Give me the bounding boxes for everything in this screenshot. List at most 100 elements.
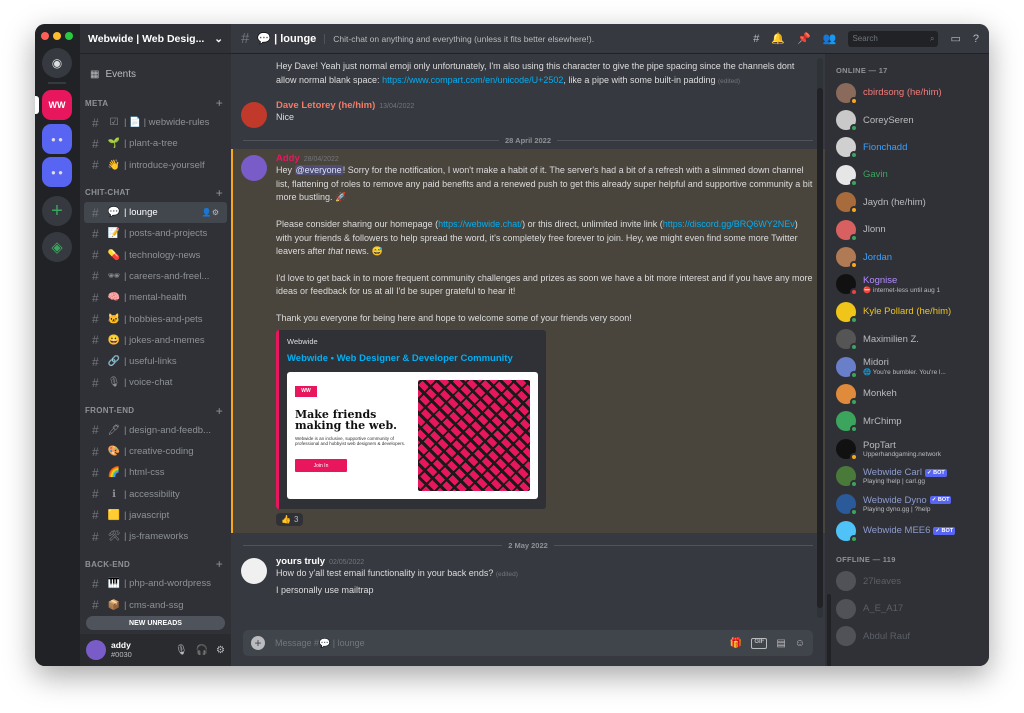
member-item[interactable]: Jlonn: [825, 216, 989, 243]
channel-item[interactable]: # 📝 | posts-and-projects: [84, 223, 227, 244]
member-item[interactable]: 27leaves: [825, 568, 989, 595]
sticker-icon[interactable]: ▤: [776, 638, 785, 649]
avatar[interactable]: [241, 557, 267, 584]
close-window-button[interactable]: [41, 32, 49, 40]
reaction-thumbs-up[interactable]: 👍 3: [276, 512, 304, 526]
category-front-end[interactable]: FRONT-END +: [80, 402, 231, 420]
gif-button[interactable]: GIF: [751, 637, 768, 649]
guild-header[interactable]: Webwide | Web Desig... ⌄: [80, 24, 231, 54]
hash-icon: #: [92, 312, 99, 327]
member-item[interactable]: PopTart Upperhandgaming.network: [825, 435, 989, 462]
channel-item[interactable]: # 📦 | cms-and-ssg: [84, 595, 227, 616]
channel-item[interactable]: # ☑ | 📄 | webwide-rules: [84, 112, 227, 133]
chat-scrollbar[interactable]: [817, 58, 823, 618]
avatar: [836, 137, 858, 160]
message-link[interactable]: https://webwide.chat/: [438, 219, 522, 229]
channel-item[interactable]: # 🌱 | plant-a-tree: [84, 133, 227, 154]
channel-item[interactable]: # 🔗 | useful-links: [84, 351, 227, 372]
member-item[interactable]: A_E_A17: [825, 595, 989, 622]
message-author[interactable]: yours truly 02/05/2022: [276, 556, 813, 567]
webwide-server-icon[interactable]: WW: [42, 90, 72, 120]
channel-topic[interactable]: Chit-chat on anything and everything (un…: [324, 33, 745, 44]
add-channel-icon[interactable]: +: [216, 186, 223, 200]
channel-item[interactable]: # 🖊 | design-and-feedb...: [84, 420, 227, 441]
minimize-window-button[interactable]: [53, 32, 61, 40]
member-item[interactable]: Kyle Pollard (he/him): [825, 298, 989, 325]
embed-image[interactable]: WW Make friends making the web. Webwide …: [287, 371, 538, 499]
channel-item[interactable]: # 🌈 | html-css: [84, 462, 227, 483]
channel-item[interactable]: # 🎨 | creative-coding: [84, 441, 227, 462]
channel-item[interactable]: # 🎹 | php-and-wordpress: [84, 573, 227, 594]
channel-item[interactable]: # 💬 | lounge 👤⚙: [84, 201, 227, 224]
everyone-mention[interactable]: @everyone: [294, 165, 343, 176]
member-item[interactable]: Fionchadd: [825, 134, 989, 161]
channel-item[interactable]: # 🟨 | javascript: [84, 505, 227, 526]
member-item[interactable]: MrChimp: [825, 408, 989, 435]
member-item[interactable]: Webwide MEE6 ✓ BOT: [825, 517, 989, 544]
gift-icon[interactable]: 🎁: [730, 638, 742, 649]
member-item[interactable]: Monkeh: [825, 380, 989, 407]
member-item[interactable]: Midori 🌐 You're bumbler. You're l...: [825, 353, 989, 380]
member-scrollbar[interactable]: [827, 594, 831, 666]
emoji-picker-icon[interactable]: ☺: [795, 638, 805, 649]
channel-item[interactable]: # 🧠 | mental-health: [84, 287, 227, 308]
chat-scrollbar-thumb[interactable]: [817, 88, 823, 608]
category-chit-chat[interactable]: CHIT-CHAT +: [80, 184, 231, 202]
pin-icon[interactable]: 📌: [797, 32, 811, 45]
server-folder-icon[interactable]: ● ●: [42, 157, 72, 187]
channel-item[interactable]: # 💊 | technology-news: [84, 244, 227, 265]
member-item[interactable]: Gavin: [825, 161, 989, 188]
add-channel-icon[interactable]: +: [216, 404, 223, 418]
channel-item[interactable]: # 🕶 | careers-and-freel...: [84, 266, 227, 287]
explore-servers-icon[interactable]: ◈: [42, 232, 72, 262]
channel-item[interactable]: # 👋 | introduce-yourself: [84, 155, 227, 176]
member-item[interactable]: Webwide Dyno ✓ BOT Playing dyno.gg | ?help: [825, 490, 989, 517]
channel-settings-icon[interactable]: 👤⚙: [202, 208, 219, 217]
message-link[interactable]: https://www.compart.com/en/unicode/U+250…: [382, 75, 563, 85]
avatar[interactable]: [241, 155, 267, 182]
gear-icon[interactable]: ⚙: [216, 645, 225, 656]
channel-item[interactable]: # 🎙 | voice-chat: [84, 372, 227, 393]
member-item[interactable]: cbirdsong (he/him): [825, 79, 989, 106]
member-item[interactable]: Webwide Carl ✓ BOT Playing !help | carl.gg: [825, 462, 989, 489]
avatar[interactable]: [86, 640, 106, 660]
message-composer[interactable]: + Message #💬 | lounge 🎁 GIF ▤ ☺: [243, 630, 813, 656]
help-icon[interactable]: ?: [973, 33, 979, 45]
new-unreads-button[interactable]: NEW UNREADS: [86, 616, 225, 630]
member-item[interactable]: Kognise ⛔ internet-less until aug 1: [825, 271, 989, 298]
member-item[interactable]: Maximilien Z.: [825, 326, 989, 353]
bell-icon[interactable]: 🔔: [771, 32, 785, 45]
channel-item[interactable]: # 🛠 | js-frameworks: [84, 526, 227, 547]
message-input[interactable]: Message #💬 | lounge: [275, 638, 720, 649]
message-author[interactable]: Addy 28/04/2022: [276, 153, 813, 164]
headphones-icon[interactable]: 🎧: [196, 645, 208, 656]
avatar[interactable]: [241, 102, 267, 129]
embed-title[interactable]: Webwide • Web Designer & Developer Commu…: [287, 353, 536, 364]
member-item[interactable]: CoreySeren: [825, 106, 989, 133]
category-back-end[interactable]: BACK-END +: [80, 555, 231, 573]
discord-home-icon[interactable]: ◉: [42, 48, 72, 78]
member-item[interactable]: Jaydn (he/him): [825, 189, 989, 216]
member-item[interactable]: Jordan: [825, 243, 989, 270]
member-name: Webwide MEE6 ✓ BOT: [863, 525, 956, 537]
inbox-icon[interactable]: ▭: [950, 32, 960, 45]
threads-icon[interactable]: #: [753, 33, 759, 45]
channel-item[interactable]: # ℹ | accessibility: [84, 483, 227, 504]
microphone-icon[interactable]: 🎙: [175, 645, 188, 656]
message-link[interactable]: https://discord.gg/BRQ6WY2NEv: [663, 219, 795, 229]
zoom-window-button[interactable]: [65, 32, 73, 40]
add-server-icon[interactable]: +: [42, 196, 72, 226]
channel-item[interactable]: # 🐱 | hobbies-and-pets: [84, 308, 227, 329]
add-channel-icon[interactable]: +: [216, 96, 223, 110]
category-meta[interactable]: META +: [80, 94, 231, 112]
events-link[interactable]: ▦ Events: [80, 62, 231, 86]
member-item[interactable]: Abdul Rauf: [825, 622, 989, 649]
add-attachment-icon[interactable]: +: [251, 636, 265, 650]
server-folder-icon[interactable]: ● ●: [42, 124, 72, 154]
message-author[interactable]: Dave Letorey (he/him) 13/04/2022: [276, 100, 813, 111]
members-icon[interactable]: 👥: [823, 32, 837, 45]
search-input[interactable]: Search ⌕: [848, 30, 939, 47]
channel-emoji: 💬: [107, 207, 121, 219]
channel-item[interactable]: # 😀 | jokes-and-memes: [84, 330, 227, 351]
add-channel-icon[interactable]: +: [216, 557, 223, 571]
